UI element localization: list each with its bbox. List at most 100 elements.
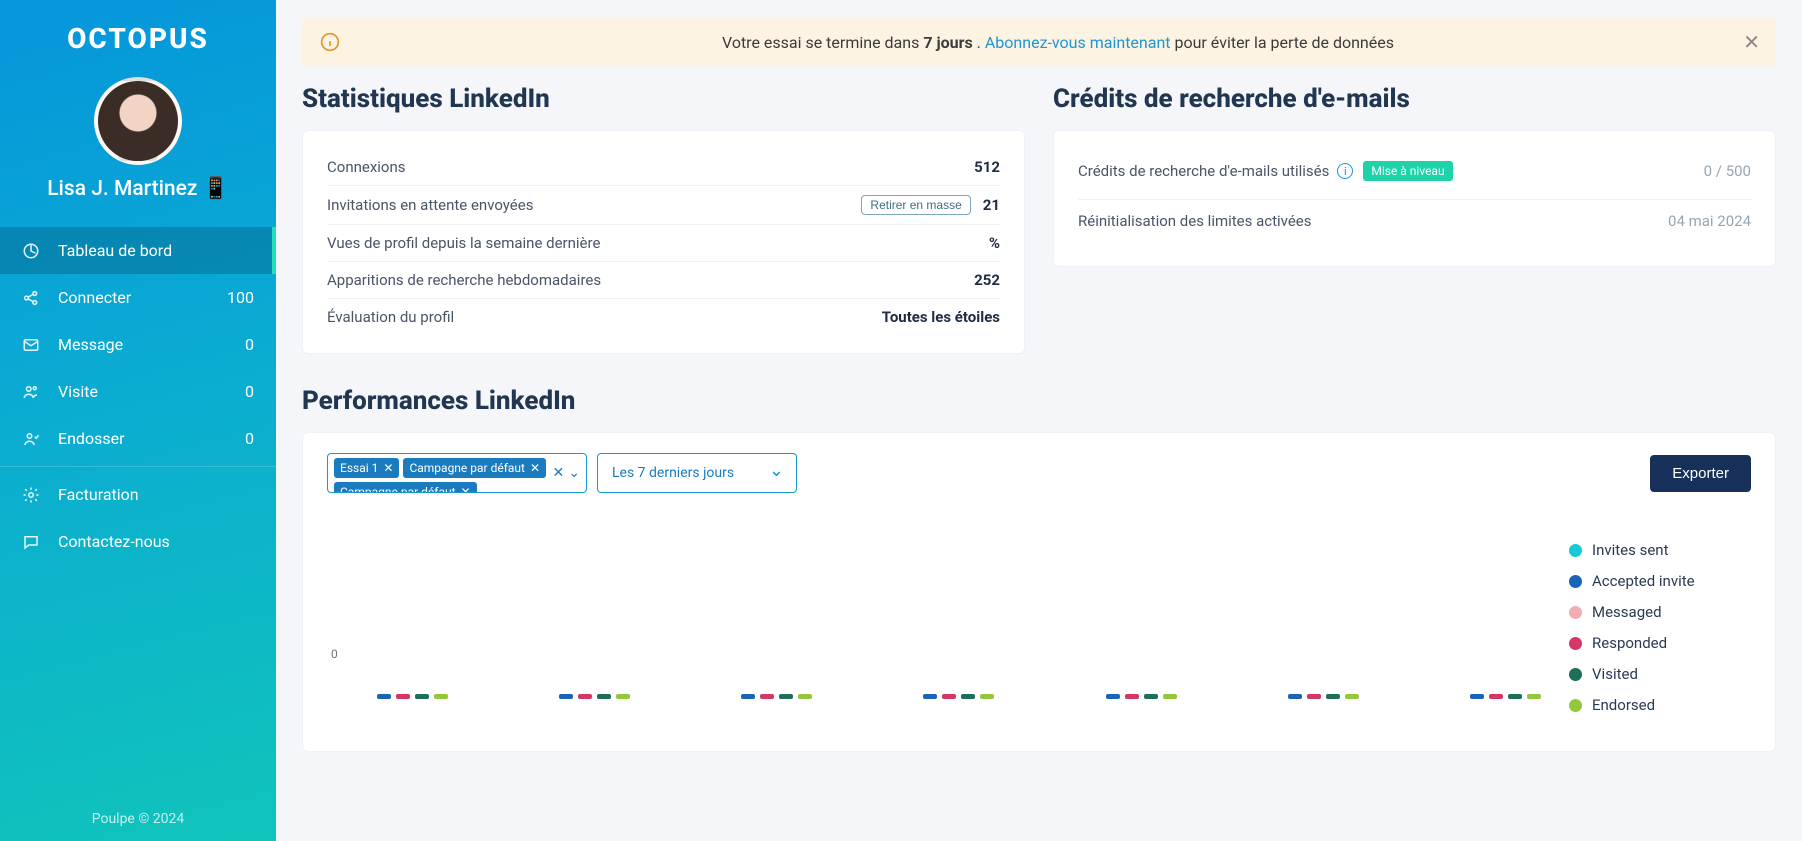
legend-dot: [1569, 637, 1582, 650]
chart-plot: 0: [327, 521, 1551, 731]
bar: [415, 694, 429, 699]
legend-label: Invites sent: [1592, 541, 1669, 559]
chart-area: 0 Invites sent Accepted invite Messaged Res…: [327, 521, 1751, 731]
legend-item[interactable]: Accepted invite: [1569, 572, 1751, 590]
sidebar-item-label: Contactez-nous: [58, 532, 170, 551]
sidebar-footer: Poulpe © 2024: [0, 797, 276, 841]
avatar[interactable]: [94, 77, 182, 165]
sidebar-item-count: 0: [245, 429, 254, 448]
campaign-multiselect[interactable]: Essai 1 ✕ Campagne par défaut ✕ Campagne…: [327, 453, 587, 493]
sidebar-item-label: Endosser: [58, 429, 125, 448]
stats-card: Connexions 512 Invitations en attente en…: [302, 130, 1025, 354]
stat-row: Vues de profil depuis la semaine dernièr…: [327, 225, 1000, 262]
bar: [942, 694, 956, 699]
clear-all-icon[interactable]: ✕: [553, 465, 565, 481]
divider: [0, 466, 276, 467]
bar-group: [1470, 694, 1541, 699]
stat-row: Apparitions de recherche hebdomadaires 2…: [327, 262, 1000, 299]
endorse-icon: [22, 430, 44, 448]
banner-message: Votre essai se termine dans 7 jours . Ab…: [358, 33, 1758, 52]
bar: [1106, 694, 1120, 699]
filter-bar: Essai 1 ✕ Campagne par défaut ✕ Campagne…: [327, 453, 1751, 493]
bar: [578, 694, 592, 699]
sidebar-item-endorse[interactable]: Endosser 0: [0, 415, 276, 462]
close-icon[interactable]: ✕: [1743, 30, 1760, 54]
legend-item[interactable]: Visited: [1569, 665, 1751, 683]
credits-title: Crédits de recherche d'e-mails: [1053, 84, 1776, 114]
sidebar-item-dashboard[interactable]: Tableau de bord: [0, 227, 276, 274]
info-icon[interactable]: i: [1337, 163, 1353, 179]
user-name: Lisa J. Martinez 📱: [0, 177, 276, 227]
chip-remove-icon[interactable]: ✕: [383, 461, 393, 475]
stat-label: Apparitions de recherche hebdomadaires: [327, 271, 601, 289]
stat-row: Évaluation du profil Toutes les étoiles: [327, 299, 1000, 335]
legend-label: Accepted invite: [1592, 572, 1695, 590]
share-icon: [22, 289, 44, 307]
sidebar-item-billing[interactable]: Facturation: [0, 471, 276, 518]
chip-remove-icon[interactable]: ✕: [461, 485, 471, 493]
credit-label: Réinitialisation des limites activées: [1078, 212, 1311, 230]
sidebar-item-connect[interactable]: Connecter 100: [0, 274, 276, 321]
legend-dot: [1569, 699, 1582, 712]
bar: [1326, 694, 1340, 699]
chip-label: Essai 1: [340, 461, 378, 475]
nav-secondary: Facturation Contactez-nous: [0, 471, 276, 565]
sidebar-item-message[interactable]: Message 0: [0, 321, 276, 368]
bar: [1508, 694, 1522, 699]
stat-row: Connexions 512: [327, 149, 1000, 186]
credit-row: Réinitialisation des limites activées 04…: [1078, 200, 1751, 248]
chevron-down-icon[interactable]: ⌄: [568, 465, 580, 481]
legend-label: Messaged: [1592, 603, 1662, 621]
bar-group: [741, 694, 812, 699]
export-button[interactable]: Exporter: [1650, 455, 1751, 492]
bar-group: [377, 694, 448, 699]
legend-label: Visited: [1592, 665, 1638, 683]
stat-value: Toutes les étoiles: [882, 308, 1000, 326]
credit-row: Crédits de recherche d'e-mails utilisés …: [1078, 149, 1751, 200]
dashboard-icon: [22, 242, 44, 260]
stat-label: Connexions: [327, 158, 406, 176]
subscribe-link[interactable]: Abonnez-vous maintenant: [985, 33, 1171, 52]
withdraw-bulk-button[interactable]: Retirer en masse: [861, 195, 970, 215]
period-select[interactable]: Les 7 derniers jours: [597, 453, 797, 493]
chip[interactable]: Essai 1 ✕: [334, 458, 399, 478]
bar: [1125, 694, 1139, 699]
legend-item[interactable]: Invites sent: [1569, 541, 1751, 559]
chip[interactable]: Campagne par défaut ✕: [403, 458, 546, 478]
bar: [616, 694, 630, 699]
chip[interactable]: Campagne par défaut ✕: [334, 482, 477, 493]
sidebar-item-contact[interactable]: Contactez-nous: [0, 518, 276, 565]
perf-title: Performances LinkedIn: [302, 386, 1776, 416]
sidebar-item-label: Tableau de bord: [58, 241, 172, 260]
stat-label: Vues de profil depuis la semaine dernièr…: [327, 234, 600, 252]
perf-card: Essai 1 ✕ Campagne par défaut ✕ Campagne…: [302, 432, 1776, 752]
sidebar-item-label: Facturation: [58, 485, 139, 504]
sidebar-item-count: 0: [245, 335, 254, 354]
bar: [597, 694, 611, 699]
sidebar-item-count: 0: [245, 382, 254, 401]
legend-item[interactable]: Responded: [1569, 634, 1751, 652]
chat-icon: [22, 533, 44, 551]
credit-value: 0 / 500: [1704, 162, 1751, 180]
legend-item[interactable]: Endorsed: [1569, 696, 1751, 714]
bar-group: [923, 694, 994, 699]
bar: [1527, 694, 1541, 699]
bar: [396, 694, 410, 699]
legend-label: Responded: [1592, 634, 1667, 652]
stat-value: 512: [974, 158, 1000, 176]
bar: [559, 694, 573, 699]
bar: [980, 694, 994, 699]
legend-item[interactable]: Messaged: [1569, 603, 1751, 621]
upgrade-badge[interactable]: Mise à niveau: [1363, 161, 1452, 181]
sidebar: OCTOPUS Lisa J. Martinez 📱 Tableau de bo…: [0, 0, 276, 841]
chip-remove-icon[interactable]: ✕: [530, 461, 540, 475]
sidebar-item-label: Connecter: [58, 288, 131, 307]
bar: [923, 694, 937, 699]
stat-value: %: [989, 234, 1000, 252]
sidebar-item-label: Visite: [58, 382, 98, 401]
bar: [798, 694, 812, 699]
mail-icon: [22, 336, 44, 354]
multiselect-controls[interactable]: ✕ ⌄: [553, 465, 580, 481]
legend-dot: [1569, 575, 1582, 588]
sidebar-item-visit[interactable]: Visite 0: [0, 368, 276, 415]
